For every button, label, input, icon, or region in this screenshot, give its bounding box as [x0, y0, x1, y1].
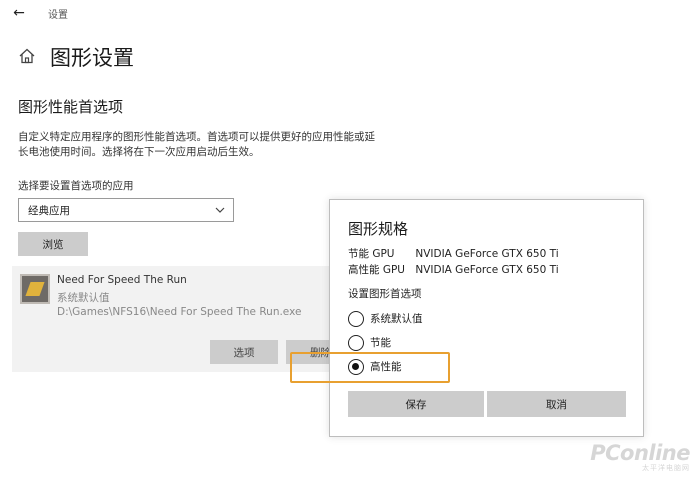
app-name: Need For Speed The Run [57, 274, 187, 286]
dialog-title: 图形规格 [348, 220, 409, 238]
app-select-label: 选择要设置首选项的应用 [18, 180, 134, 192]
app-list-item[interactable]: Need For Speed The Run 系统默认值 D:\Games\NF… [12, 266, 346, 372]
radio-circle [348, 311, 364, 327]
radio-label: 系统默认值 [370, 313, 423, 325]
app-type-dropdown[interactable]: 经典应用 [18, 198, 234, 222]
section-description: 自定义特定应用程序的图形性能首选项。首选项可以提供更好的应用性能或延长电池使用时… [18, 131, 375, 158]
gpu-row-power-saving: 节能 GPU NVIDIA GeForce GTX 650 Ti [348, 246, 559, 261]
radio-label: 节能 [370, 337, 391, 349]
gpu-label: 高性能 GPU [348, 264, 405, 276]
section-title: 图形性能首选项 [18, 98, 124, 116]
gpu-value: NVIDIA GeForce GTX 650 Ti [415, 264, 559, 276]
chevron-down-icon [215, 207, 225, 213]
graphics-spec-dialog: 图形规格 节能 GPU NVIDIA GeForce GTX 650 Ti 高性… [329, 199, 644, 437]
graphics-pref-label: 设置图形首选项 [348, 288, 422, 300]
browse-button[interactable]: 浏览 [18, 232, 88, 256]
back-arrow-icon[interactable]: ← [10, 4, 28, 22]
radio-label: 高性能 [370, 361, 402, 373]
watermark: PConline 太平洋电脑网 [590, 441, 690, 473]
options-button[interactable]: 选项 [210, 340, 278, 364]
app-icon [20, 274, 50, 304]
home-icon[interactable] [18, 47, 36, 65]
page-title: 图形设置 [50, 46, 134, 70]
radio-circle [348, 335, 364, 351]
save-button[interactable]: 保存 [348, 391, 484, 417]
cancel-button[interactable]: 取消 [487, 391, 626, 417]
app-type-dropdown-value: 经典应用 [28, 205, 70, 217]
gpu-label: 节能 GPU [348, 248, 395, 260]
watermark-text: PConline [590, 441, 690, 465]
gpu-row-high-performance: 高性能 GPU NVIDIA GeForce GTX 650 Ti [348, 262, 559, 277]
title-bar: ← 设置 [0, 0, 700, 30]
window-title: 设置 [48, 10, 68, 21]
radio-circle [348, 359, 364, 375]
app-icon-mark [25, 282, 45, 296]
app-preference: 系统默认值 [57, 292, 110, 304]
app-path: D:\Games\NFS16\Need For Speed The Run.ex… [57, 306, 302, 318]
radio-selected-dot [352, 363, 359, 370]
gpu-value: NVIDIA GeForce GTX 650 Ti [415, 248, 559, 260]
